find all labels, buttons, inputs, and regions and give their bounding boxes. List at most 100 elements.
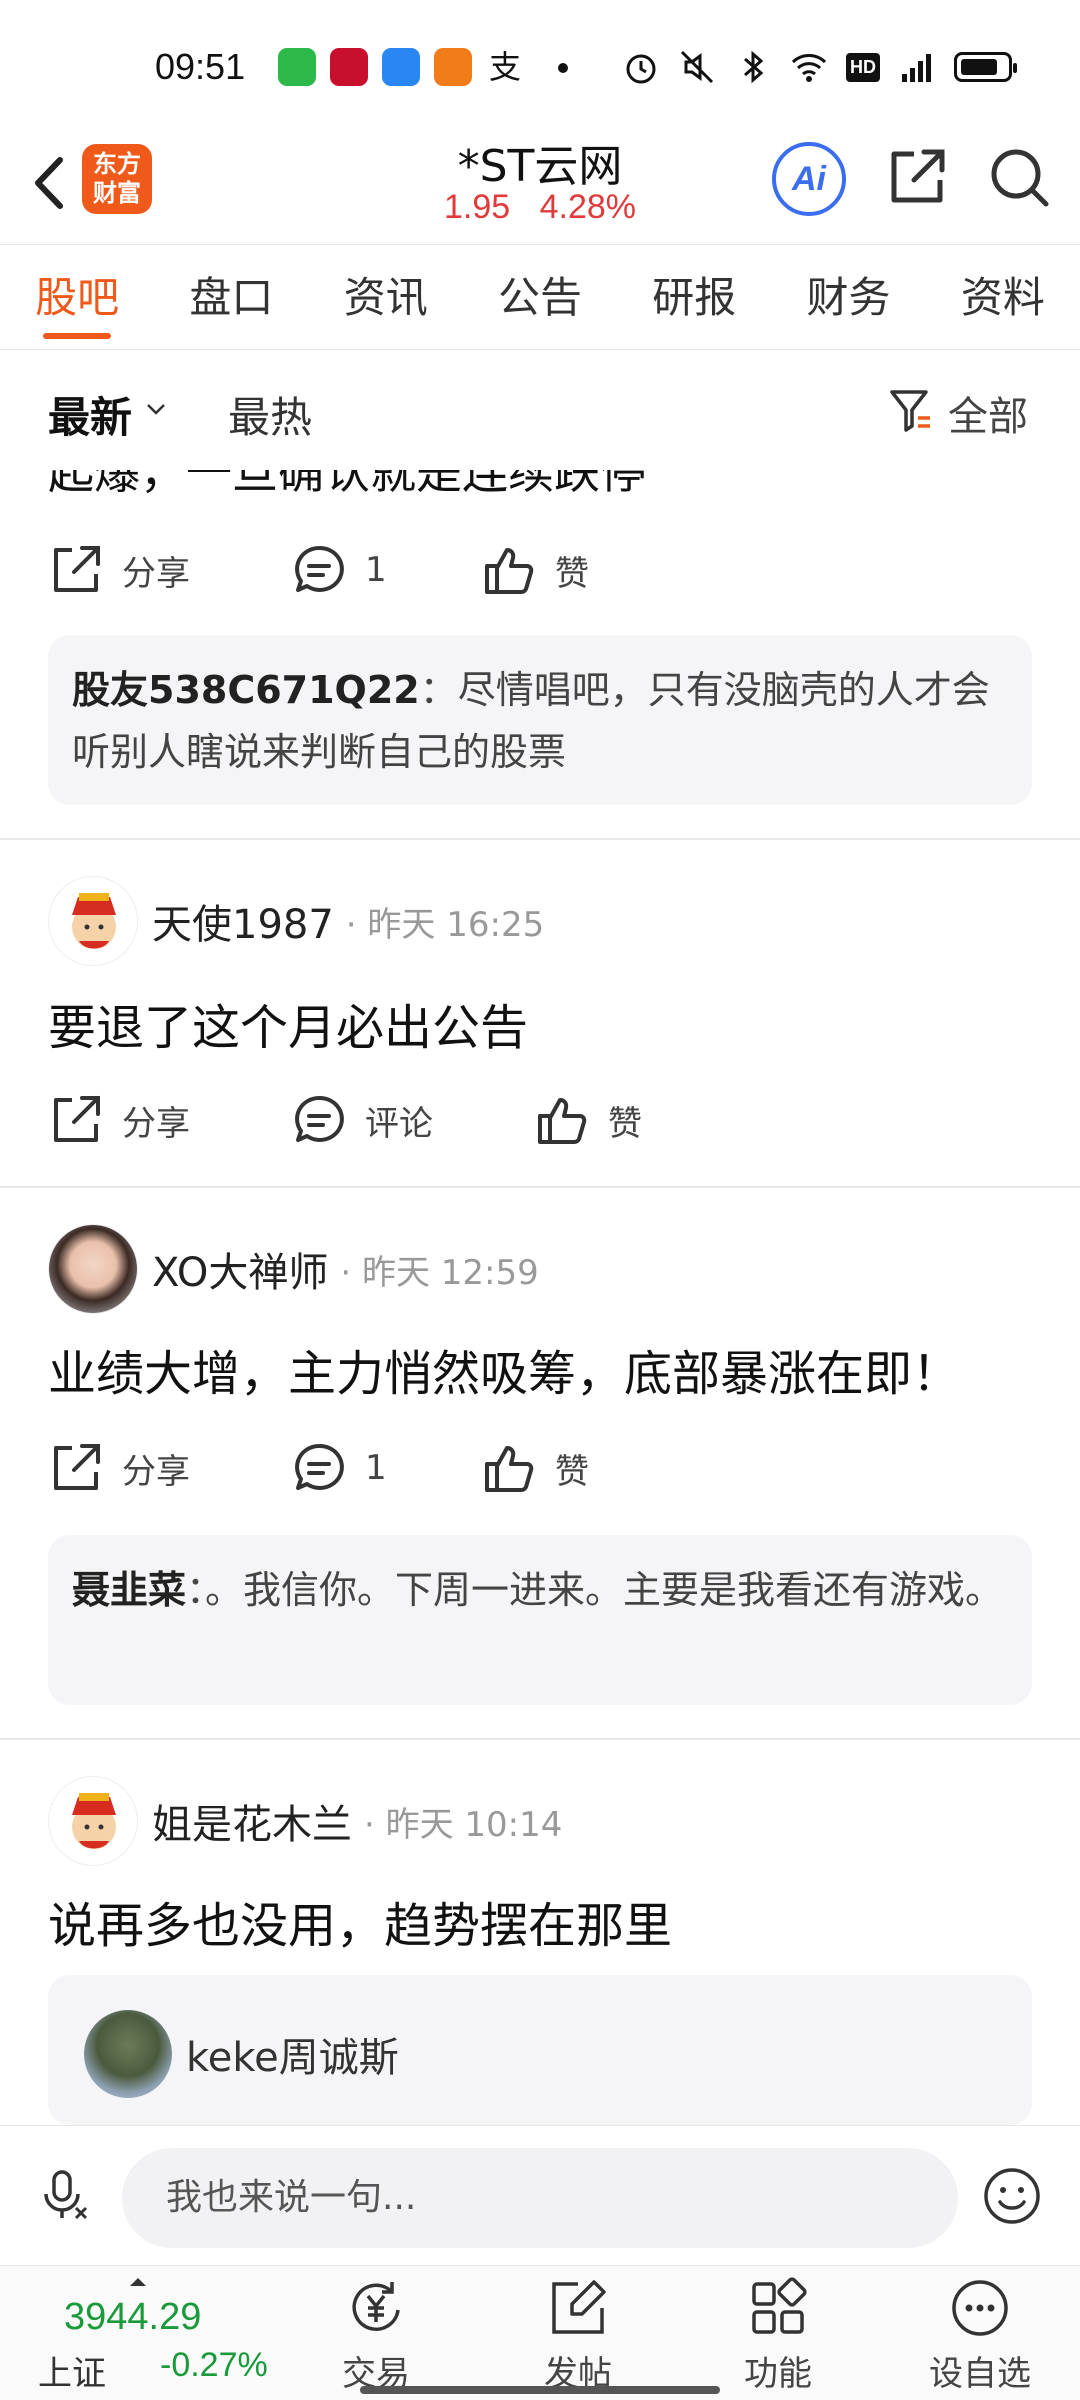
reply-preview[interactable]: 聂韭菜：。我信你。下周一进来。主要是我看还有游戏。 [48,1535,1032,1705]
avatar[interactable] [48,876,138,966]
nav-label: 功能 [744,2354,812,2394]
bank-app-icon [330,48,368,86]
post-content[interactable]: 业绩大增，主力悄然吸筹，底部暴涨在即！ [48,1334,960,1404]
reply-text: ：。我信你。下周一进来。主要是我看还有游戏。 [186,1568,1004,1612]
messages-app-icon [278,48,316,86]
stock-price: 1.95 [443,188,511,226]
thumbs-up-icon [485,1446,534,1492]
quoted-user-card[interactable]: keke周诚斯 [48,1975,1032,2125]
fortune-god-avatar-icon [72,893,116,949]
comment-count: 1 [365,550,387,590]
reply-user[interactable]: 股友538C671Q22 [72,668,420,712]
share-label: 分享 [122,553,190,594]
wallet-app-icon [434,48,472,86]
share-icon [54,1444,100,1490]
comment-input[interactable]: 我也来说一句... [122,2148,958,2248]
stock-tabs: 股吧 盘口 资讯 公告 研报 财务 资料 [0,245,1080,350]
comment-icon [295,1095,344,1142]
tab-guba[interactable]: 股吧 [0,245,154,349]
post-feed[interactable]: 起爆，一旦确认就是连续跌停 分享 1 赞 股友538C671Q22：尽情唱吧，只… [0,470,1080,2125]
tab-profile[interactable]: 资料 [926,245,1080,349]
search-icon[interactable] [986,144,1052,210]
post-header: XO大禅师 · 昨天 12:59 [48,1224,539,1314]
comment-action[interactable]: 1 [291,542,481,598]
nav-trade[interactable]: 交易 [316,2276,436,2395]
quoted-username[interactable]: keke周诚斯 [186,2025,399,2083]
comment-icon [295,1443,344,1490]
emoji-icon[interactable] [982,2166,1042,2226]
battery-icon [954,52,1017,82]
post-actions: 分享 1 赞 [48,1438,589,1498]
post-header: 姐是花木兰 · 昨天 10:14 [48,1776,562,1866]
tab-finance[interactable]: 财务 [771,245,925,349]
nav-functions[interactable]: 功能 [718,2276,838,2395]
comment-label: 评论 [365,1103,433,1144]
wifi-icon [791,54,827,82]
like-action[interactable]: 赞 [534,1092,642,1148]
hd-badge: HD [846,52,880,82]
nav-post[interactable]: 发帖 [518,2276,638,2395]
post-divider [0,838,1080,840]
voice-input-icon[interactable] [36,2168,92,2224]
grid-apps-icon [752,2277,807,2334]
index-change[interactable]: -0.27% [160,2346,268,2385]
share-action[interactable]: 分享 [48,1440,291,1496]
share-icon [54,546,100,592]
files-app-icon [382,48,420,86]
tab-news[interactable]: 资讯 [309,245,463,349]
chevron-down-icon[interactable] [145,398,167,420]
more-circle-icon [952,2280,1008,2336]
tab-pankou[interactable]: 盘口 [154,245,308,349]
status-indicators: HD [622,48,1017,86]
reply-user[interactable]: 聂韭菜 [72,1568,186,1612]
index-name[interactable]: 上证 [38,2346,106,2395]
avatar[interactable] [84,2010,172,2098]
reply-preview[interactable]: 股友538C671Q22：尽情唱吧，只有没脑壳的人才会听别人瞎说来判断自己的股票 [48,635,1032,805]
share-action[interactable]: 分享 [48,542,291,598]
thumbs-up-icon [485,548,534,594]
post-username[interactable]: 姐是花木兰 [152,1792,352,1850]
post-divider [0,1186,1080,1188]
share-action[interactable]: 分享 [48,1092,291,1148]
comment-action[interactable]: 1 [291,1440,481,1496]
stock-change-pct: 4.28% [539,188,637,226]
comment-action[interactable]: 评论 [291,1092,534,1148]
tab-research[interactable]: 研报 [617,245,771,349]
avatar[interactable] [48,1776,138,1866]
avatar[interactable] [48,1224,138,1314]
alarm-icon [626,54,656,84]
bottom-navigation: 3944.29 上证 -0.27% 交易 发帖 功能 设自选 [0,2265,1080,2400]
notification-dot-icon [558,63,568,73]
sort-hot[interactable]: 最热 [228,384,312,445]
filter-scope-all[interactable]: 全部 [948,384,1028,442]
nav-label: 设自选 [929,2354,1031,2394]
status-bar: 09:51 支 HD [0,0,1080,130]
filter-icon[interactable] [888,386,932,434]
post-content[interactable]: 要退了这个月必出公告 [48,988,528,1058]
post-time: · 昨天 10:14 [364,1804,563,1845]
sort-latest[interactable]: 最新 [48,384,132,445]
signal-icon [902,54,931,82]
post-text-partial: 起爆，一旦确认就是连续跌停 [48,470,646,499]
ai-assistant-button[interactable]: Ai [772,142,846,216]
share-icon [54,1096,100,1142]
share-icon[interactable] [884,144,950,210]
post-content[interactable]: 说再多也没用，趋势摆在那里 [48,1886,672,1956]
sort-filter-bar: 最新 最热 全部 [0,350,1080,470]
thumbs-up-icon [538,1098,587,1144]
home-indicator[interactable] [360,2386,720,2394]
fortune-god-avatar-icon [72,1793,116,1849]
like-label: 赞 [555,553,589,594]
like-action[interactable]: 赞 [481,1440,589,1496]
nav-add-watchlist[interactable]: 设自选 [920,2276,1040,2395]
bluetooth-icon [744,50,764,84]
tab-announcements[interactable]: 公告 [463,245,617,349]
like-action[interactable]: 赞 [481,542,589,598]
stock-header: 东方 财富 *ST云网 1.95 4.28% Ai [0,130,1080,245]
post-username[interactable]: XO大禅师 [152,1240,328,1298]
like-label: 赞 [555,1451,589,1492]
post-username[interactable]: 天使1987 [152,892,334,950]
comment-icon [295,545,344,592]
index-value[interactable]: 3944.29 [64,2296,201,2339]
mute-icon [680,50,714,84]
